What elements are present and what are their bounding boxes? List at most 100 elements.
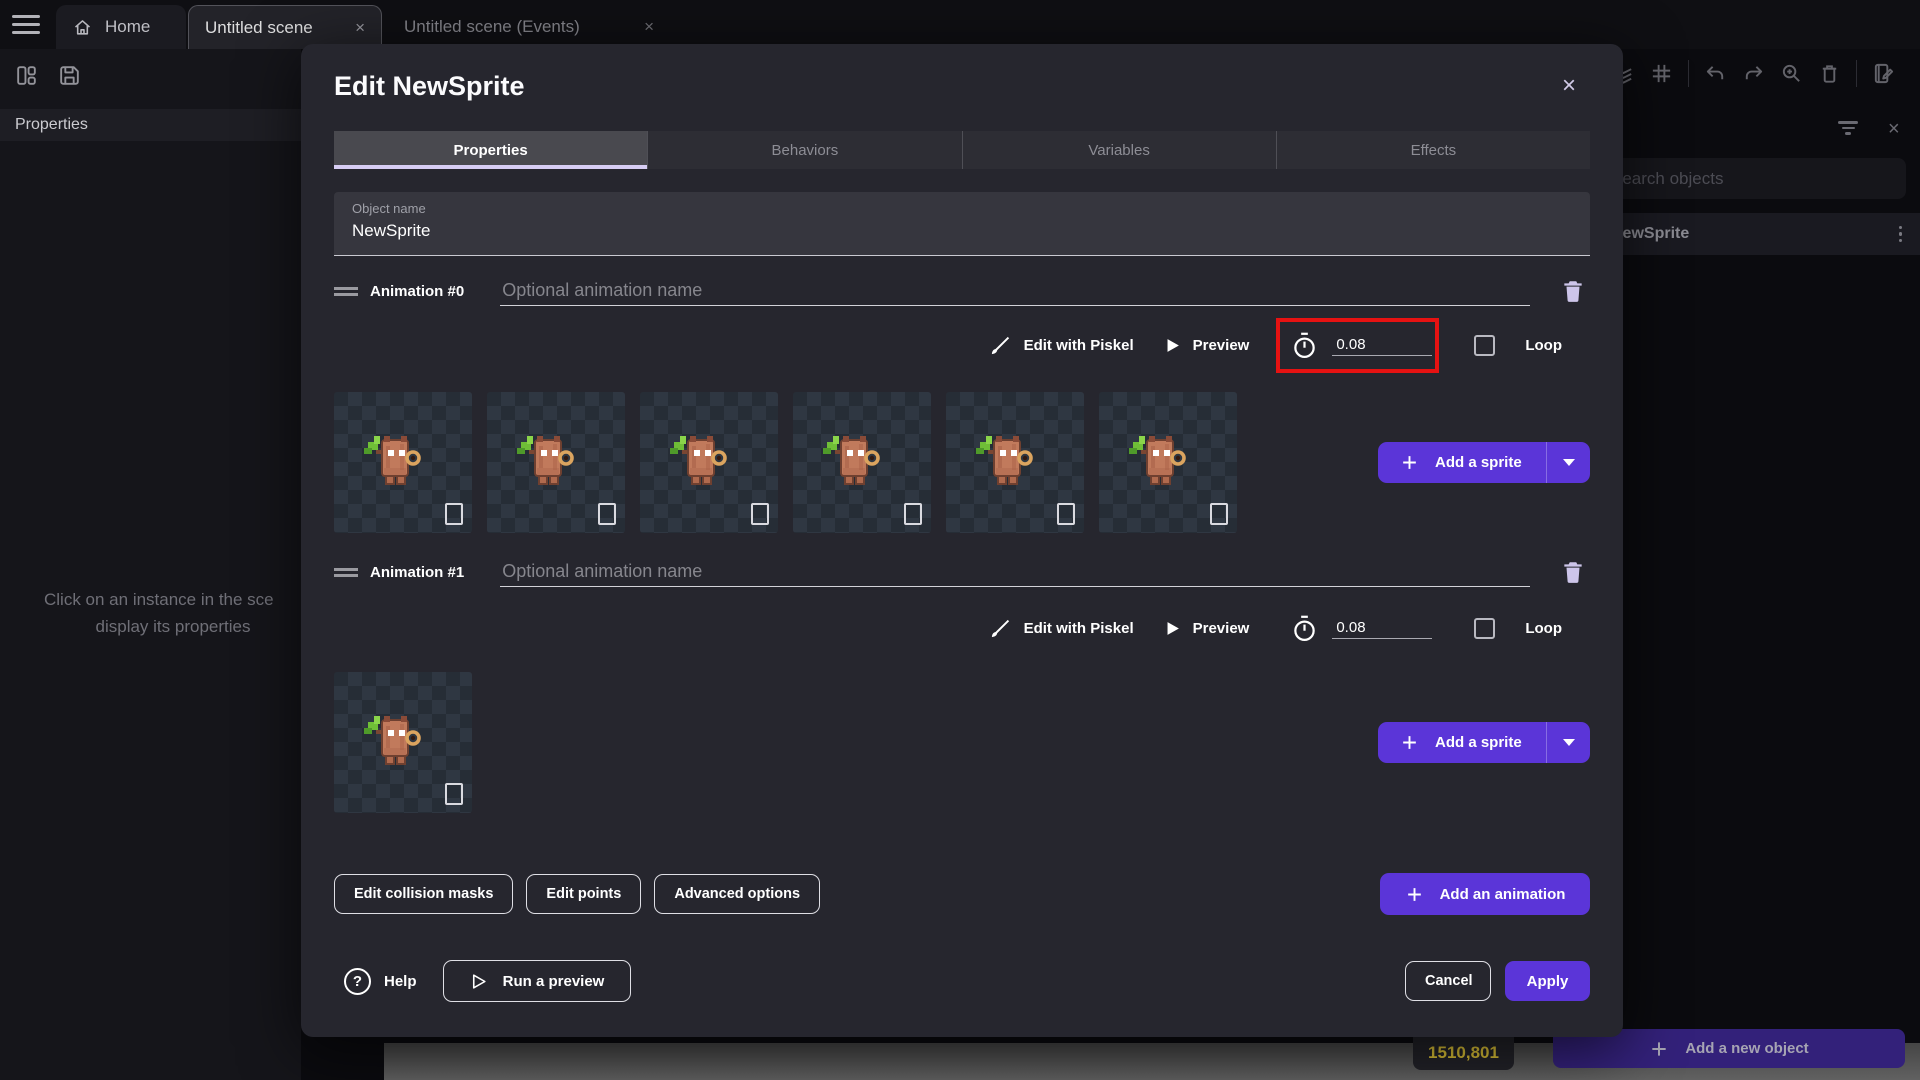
sprite-frame[interactable] bbox=[946, 392, 1084, 533]
brush-icon bbox=[991, 336, 1009, 354]
tab-behaviors[interactable]: Behaviors bbox=[647, 131, 961, 169]
frame-checkbox[interactable] bbox=[445, 503, 463, 525]
sprite-frame[interactable] bbox=[1099, 392, 1237, 533]
tab-events-label: Untitled scene (Events) bbox=[404, 17, 580, 36]
tab-untitled-scene[interactable]: Untitled scene × bbox=[188, 5, 382, 49]
loop-checkbox[interactable] bbox=[1474, 334, 1496, 356]
undo-icon[interactable] bbox=[1704, 62, 1727, 85]
play-icon bbox=[1167, 621, 1179, 635]
frame-checkbox[interactable] bbox=[904, 503, 922, 525]
add-sprite-button[interactable]: Add a sprite bbox=[1378, 722, 1590, 763]
advanced-options-button[interactable]: Advanced options bbox=[654, 874, 821, 914]
apply-button[interactable]: Apply bbox=[1505, 961, 1590, 1001]
drag-handle-icon[interactable] bbox=[334, 286, 358, 296]
help-button[interactable]: ? Help bbox=[344, 967, 417, 995]
edit-with-piskel-button[interactable]: Edit with Piskel bbox=[989, 334, 1134, 357]
filter-icon[interactable] bbox=[1838, 121, 1858, 138]
trash-icon[interactable] bbox=[1818, 62, 1841, 85]
animation-label: Animation #1 bbox=[370, 563, 465, 581]
frame-checkbox[interactable] bbox=[1210, 503, 1228, 525]
drag-handle-icon[interactable] bbox=[334, 567, 358, 577]
save-icon[interactable] bbox=[57, 63, 82, 88]
edit-sprite-dialog: Edit NewSprite × Properties Behaviors Va… bbox=[301, 44, 1623, 1037]
tab-variables[interactable]: Variables bbox=[961, 131, 1276, 169]
plus-icon bbox=[1407, 887, 1421, 901]
dialog-close-icon[interactable]: × bbox=[1555, 72, 1583, 100]
sprite-frame[interactable] bbox=[487, 392, 625, 533]
objects-panel-header-icons: × bbox=[1838, 118, 1900, 141]
animation-0-controls: Edit with Piskel Preview Loop bbox=[334, 317, 1590, 373]
editor-tab-bar: Home Untitled scene × Untitled scene (Ev… bbox=[0, 0, 1920, 49]
scene-toolbar bbox=[1612, 60, 1895, 87]
play-icon bbox=[1167, 338, 1179, 352]
run-preview-button[interactable]: Run a preview bbox=[442, 960, 631, 1002]
edit-collision-masks-button[interactable]: Edit collision masks bbox=[334, 874, 514, 914]
animation-name-input[interactable] bbox=[500, 276, 1530, 306]
plus-icon bbox=[1652, 1041, 1666, 1056]
animation-label: Animation #0 bbox=[370, 282, 465, 300]
tab-close-icon[interactable]: × bbox=[355, 18, 365, 38]
sprite-frame[interactable] bbox=[334, 392, 472, 533]
pig-sprite-image bbox=[364, 436, 421, 485]
properties-panel-title: Properties bbox=[0, 109, 301, 141]
close-panel-icon[interactable]: × bbox=[1888, 118, 1900, 141]
add-sprite-dropdown[interactable] bbox=[1547, 459, 1590, 466]
pig-sprite-image bbox=[517, 436, 574, 485]
zoom-in-icon[interactable] bbox=[1780, 62, 1803, 85]
loop-checkbox[interactable] bbox=[1474, 617, 1496, 639]
animation-0-frames: Add a sprite bbox=[334, 392, 1590, 533]
frame-checkbox[interactable] bbox=[598, 503, 616, 525]
tab-close-icon[interactable]: × bbox=[644, 17, 654, 37]
animation-0-header: Animation #0 bbox=[334, 274, 1590, 308]
chevron-down-icon bbox=[1562, 739, 1575, 746]
time-between-frames-input[interactable] bbox=[1332, 334, 1433, 356]
sprite-frame[interactable] bbox=[793, 392, 931, 533]
time-between-frames-group bbox=[1291, 614, 1433, 643]
object-name-field-label: Object name bbox=[352, 201, 426, 216]
tab-scene-label: Untitled scene bbox=[205, 17, 313, 37]
object-name-input[interactable] bbox=[352, 221, 1572, 241]
add-sprite-dropdown[interactable] bbox=[1547, 739, 1590, 746]
main-menu-icon[interactable] bbox=[12, 15, 40, 34]
edit-with-piskel-button[interactable]: Edit with Piskel bbox=[989, 617, 1134, 640]
sprite-frame[interactable] bbox=[334, 672, 472, 813]
trash-icon bbox=[1564, 562, 1582, 583]
dialog-footer: ? Help Run a preview Cancel Apply bbox=[334, 960, 1590, 1002]
tab-untitled-scene-events[interactable]: Untitled scene (Events) × bbox=[388, 5, 670, 49]
animation-name-input[interactable] bbox=[500, 557, 1530, 587]
frame-checkbox[interactable] bbox=[445, 783, 463, 805]
properties-empty-message: display its properties bbox=[95, 617, 251, 636]
tab-effects[interactable]: Effects bbox=[1275, 131, 1590, 169]
frame-checkbox[interactable] bbox=[751, 503, 769, 525]
pig-sprite-image bbox=[1129, 436, 1186, 485]
time-between-frames-input[interactable] bbox=[1332, 617, 1433, 639]
timer-icon bbox=[1294, 332, 1316, 358]
tab-properties[interactable]: Properties bbox=[334, 131, 648, 169]
add-sprite-button[interactable]: Add a sprite bbox=[1378, 442, 1590, 483]
loop-label: Loop bbox=[1525, 619, 1562, 637]
preview-button[interactable]: Preview bbox=[1164, 337, 1249, 354]
dialog-title: Edit NewSprite bbox=[334, 71, 525, 101]
timer-icon bbox=[1294, 615, 1316, 641]
play-outline-icon bbox=[472, 973, 486, 989]
grid-icon[interactable] bbox=[1650, 62, 1673, 85]
delete-animation-button[interactable] bbox=[1560, 278, 1590, 304]
sprite-frame[interactable] bbox=[640, 392, 778, 533]
plus-icon bbox=[1403, 456, 1416, 469]
edit-points-button[interactable]: Edit points bbox=[526, 874, 642, 914]
home-icon bbox=[72, 17, 93, 38]
pig-sprite-image bbox=[364, 716, 421, 765]
object-name-field[interactable]: Object name bbox=[334, 192, 1590, 256]
redo-icon[interactable] bbox=[1742, 62, 1765, 85]
edit-scene-properties-icon[interactable] bbox=[1872, 62, 1895, 85]
chevron-down-icon bbox=[1562, 459, 1575, 466]
cancel-button[interactable]: Cancel bbox=[1405, 961, 1491, 1001]
tab-home[interactable]: Home bbox=[56, 5, 186, 49]
layout-panels-icon[interactable] bbox=[14, 63, 39, 88]
kebab-menu-icon[interactable] bbox=[1898, 225, 1902, 243]
delete-animation-button[interactable] bbox=[1560, 559, 1590, 585]
trash-icon bbox=[1564, 281, 1582, 302]
preview-button[interactable]: Preview bbox=[1164, 620, 1249, 637]
frame-checkbox[interactable] bbox=[1057, 503, 1075, 525]
add-animation-button[interactable]: Add an animation bbox=[1380, 873, 1590, 915]
